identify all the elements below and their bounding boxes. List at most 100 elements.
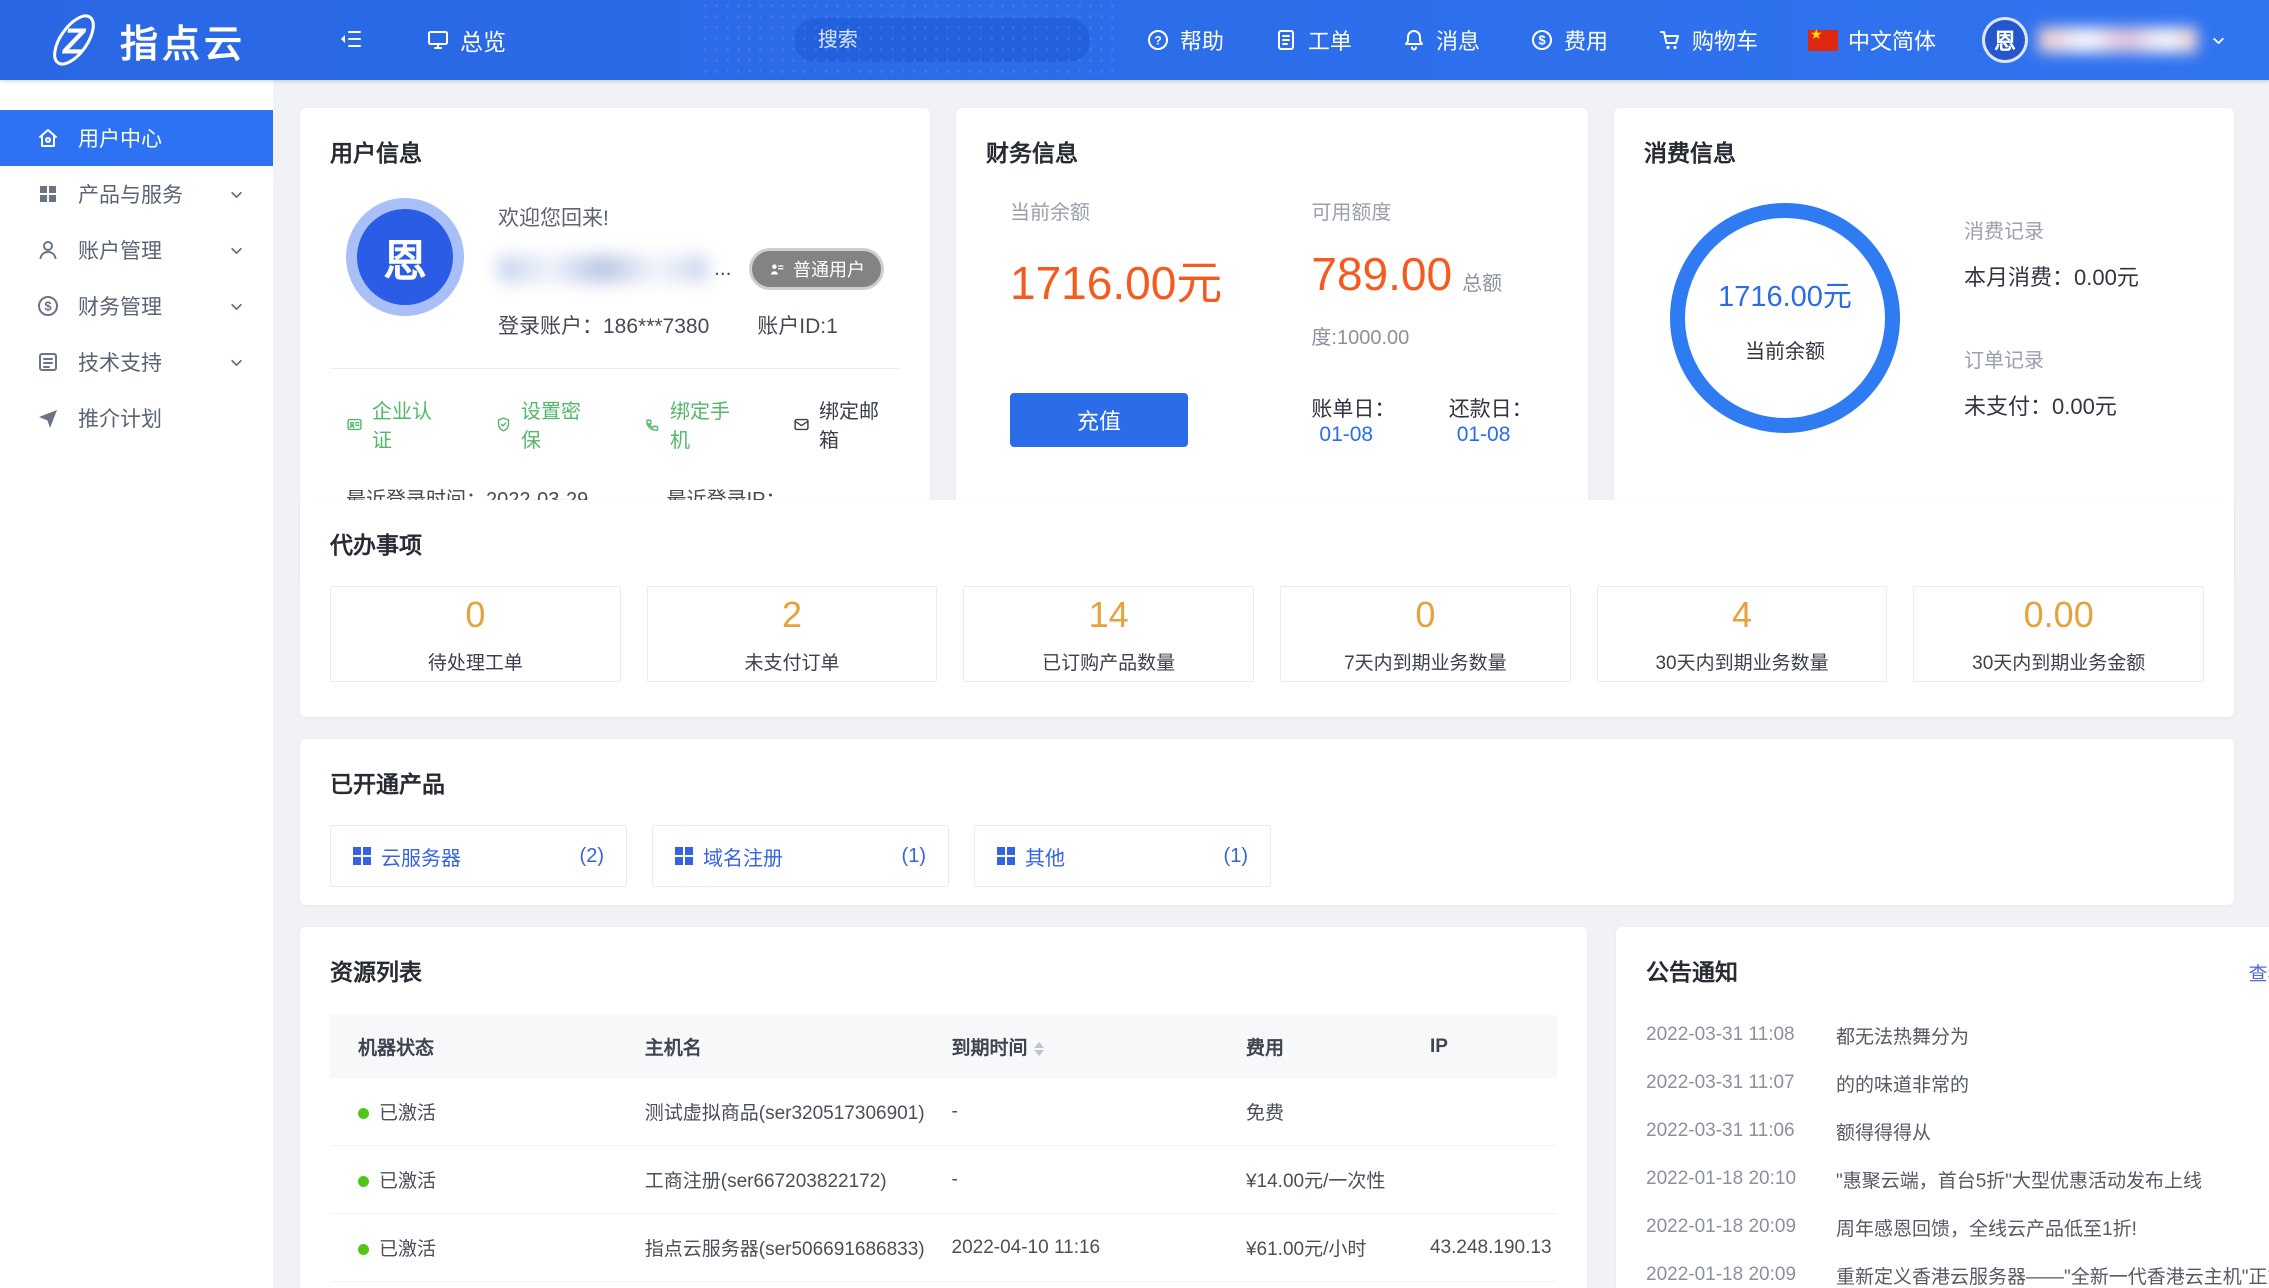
menu-language[interactable]: 中文简体 <box>1808 24 1936 56</box>
sidebar-item-finance-management[interactable]: $ 财务管理 <box>0 278 273 334</box>
ring-balance-value: 1716.00元 <box>1718 273 1852 315</box>
announcement-item[interactable]: 2022-03-31 11:06额得得得从 <box>1646 1107 2269 1155</box>
table-row[interactable]: 已激活 工商注册(ser667203822172) - ¥14.00元/一次性 <box>330 1146 1557 1214</box>
order-records-label: 订单记录 <box>1964 344 2139 373</box>
todo-expire-30days-amount[interactable]: 0.0030天内到期业务金额 <box>1913 586 2204 682</box>
sort-icon[interactable] <box>1034 1042 1044 1056</box>
menu-help[interactable]: ? 帮助 <box>1146 24 1224 56</box>
todo-expire-30days[interactable]: 430天内到期业务数量 <box>1597 586 1888 682</box>
sidebar-item-label: 用户中心 <box>78 123 162 153</box>
announcement-item[interactable]: 2022-03-31 11:08都无法热舞分为 <box>1646 1011 2269 1059</box>
top-menu: ? 帮助 工单 消息 $ 费用 购物车 中文简体 <box>1146 24 1936 56</box>
status-dot <box>358 1244 369 1255</box>
todo-pending-tickets[interactable]: 0待处理工单 <box>330 586 621 682</box>
svg-text:$: $ <box>1538 33 1546 48</box>
todo-ordered-products[interactable]: 14已订购产品数量 <box>963 586 1254 682</box>
grid-icon <box>997 847 1015 865</box>
view-more-link[interactable]: 查看更多 <box>2248 959 2269 986</box>
repay-day: 还款日：01-08 <box>1449 393 1558 447</box>
sidebar-item-label: 产品与服务 <box>78 179 183 209</box>
nav-overview-label: 总览 <box>460 23 506 57</box>
sidebar: 用户中心 产品与服务 账户管理 $ 财务管理 技术支持 推介计划 <box>0 80 273 1288</box>
menu-help-label: 帮助 <box>1180 24 1224 56</box>
current-balance: 当前余额 1716.00元 <box>1010 196 1311 355</box>
grid-icon <box>36 182 60 206</box>
help-icon: ? <box>1146 28 1170 52</box>
announcements-title: 公告通知 <box>1646 953 1738 987</box>
username-blurred <box>2038 27 2198 53</box>
user-card-title: 用户信息 <box>330 134 900 168</box>
column-fee: 费用 <box>1238 1015 1422 1078</box>
unpaid-amount: 未支付：0.00元 <box>1964 389 2139 421</box>
badge-enterprise-verify[interactable]: 企业认证 <box>346 395 437 453</box>
monitor-icon <box>426 28 450 52</box>
status-dot <box>358 1108 369 1119</box>
avatar: 恩 <box>346 198 464 316</box>
table-row[interactable]: 已激活 指点云服务器(ser202179820381) 2023-03-24 1… <box>330 1282 1557 1288</box>
cart-icon <box>1658 28 1682 52</box>
product-other[interactable]: 其他(1) <box>974 825 1271 887</box>
svg-text:?: ? <box>1154 34 1161 48</box>
search-input[interactable] <box>818 29 1083 52</box>
menu-fees[interactable]: $ 费用 <box>1530 24 1608 56</box>
bill-day: 账单日：01-08 <box>1311 393 1420 447</box>
badge-bind-email[interactable]: 绑定邮箱 <box>793 395 884 453</box>
todo-card: 代办事项 0待处理工单 2未支付订单 14已订购产品数量 07天内到期业务数量 … <box>300 500 2234 717</box>
column-expire-time[interactable]: 到期时间 <box>944 1015 1238 1078</box>
product-domain-registration[interactable]: 域名注册(1) <box>652 825 949 887</box>
menu-messages[interactable]: 消息 <box>1402 24 1480 56</box>
sidebar-item-user-center[interactable]: 用户中心 <box>0 110 273 166</box>
table-row[interactable]: 已激活 指点云服务器(ser506691686833) 2022-04-10 1… <box>330 1214 1557 1282</box>
chevron-down-icon <box>226 296 247 317</box>
chevron-down-icon <box>226 352 247 373</box>
ring-balance-label: 当前余额 <box>1745 335 1825 364</box>
user-type-badge: 普通用户 <box>749 248 884 290</box>
work-order-icon <box>1274 28 1298 52</box>
logo-icon: Z <box>42 11 106 69</box>
resources-title: 资源列表 <box>330 953 1557 987</box>
home-icon <box>36 126 60 150</box>
announcement-item[interactable]: 2022-01-18 20:09周年感恩回馈，全线云产品低至1折! <box>1646 1203 2269 1251</box>
menu-fees-label: 费用 <box>1564 24 1608 56</box>
top-header: Z 指点云 总览 ? 帮助 工单 消息 $ 费用 购物车 <box>0 0 2269 80</box>
announcements-card: 公告通知 查看更多 2022-03-31 11:08都无法热舞分为 2022-0… <box>1616 927 2269 1288</box>
id-card-icon <box>346 414 363 435</box>
sidebar-collapse-icon[interactable] <box>334 23 368 57</box>
username-ellipsis: ... <box>714 257 732 281</box>
badge-security-question[interactable]: 设置密保 <box>495 395 586 453</box>
sidebar-item-label: 账户管理 <box>78 235 162 265</box>
menu-language-label: 中文简体 <box>1848 24 1936 56</box>
badge-bind-phone[interactable]: 绑定手机 <box>644 395 735 453</box>
products-title: 已开通产品 <box>330 765 2204 799</box>
announcement-item[interactable]: 2022-03-31 11:07的的味道非常的 <box>1646 1059 2269 1107</box>
menu-cart[interactable]: 购物车 <box>1658 24 1758 56</box>
available-credit: 可用额度 789.00总额度:1000.00 <box>1311 196 1558 355</box>
phone-icon <box>644 414 661 435</box>
search-box[interactable] <box>794 18 1090 62</box>
status-dot <box>358 1176 369 1187</box>
nav-overview[interactable]: 总览 <box>426 23 506 57</box>
sidebar-item-referral-plan[interactable]: 推介计划 <box>0 390 273 446</box>
announcement-item[interactable]: 2022-01-18 20:09重新定义香港云服务器——"全新一代香港云主机"正… <box>1646 1251 2269 1288</box>
announcement-item[interactable]: 2022-01-18 20:10"惠聚云端，首台5折"大型优惠活动发布上线 <box>1646 1155 2269 1203</box>
finance-card-title: 财务信息 <box>986 134 1558 168</box>
menu-work-order[interactable]: 工单 <box>1274 24 1352 56</box>
column-machine-status: 机器状态 <box>330 1015 637 1078</box>
grid-icon <box>675 847 693 865</box>
todo-unpaid-orders[interactable]: 2未支付订单 <box>647 586 938 682</box>
table-row[interactable]: 已激活 测试虚拟商品(ser320517306901) - 免费 <box>330 1078 1557 1146</box>
consume-records-label: 消费记录 <box>1964 215 2139 244</box>
user-badge-icon <box>768 261 785 278</box>
user-account[interactable]: 恩 <box>1982 17 2229 63</box>
balance-ring: 1716.00元 当前余额 <box>1670 203 1900 433</box>
chevron-down-icon <box>226 240 247 261</box>
app-logo[interactable]: Z 指点云 <box>42 11 246 69</box>
sidebar-item-account-management[interactable]: 账户管理 <box>0 222 273 278</box>
todo-expire-7days[interactable]: 07天内到期业务数量 <box>1280 586 1571 682</box>
sidebar-item-tech-support[interactable]: 技术支持 <box>0 334 273 390</box>
sidebar-item-products-services[interactable]: 产品与服务 <box>0 166 273 222</box>
product-cloud-server[interactable]: 云服务器(2) <box>330 825 627 887</box>
recharge-button[interactable]: 充值 <box>1010 393 1188 447</box>
resources-table: 机器状态 主机名 到期时间 费用 IP 已激活 测试虚拟商品(ser320517… <box>330 1015 1557 1288</box>
username-blurred <box>498 255 708 283</box>
